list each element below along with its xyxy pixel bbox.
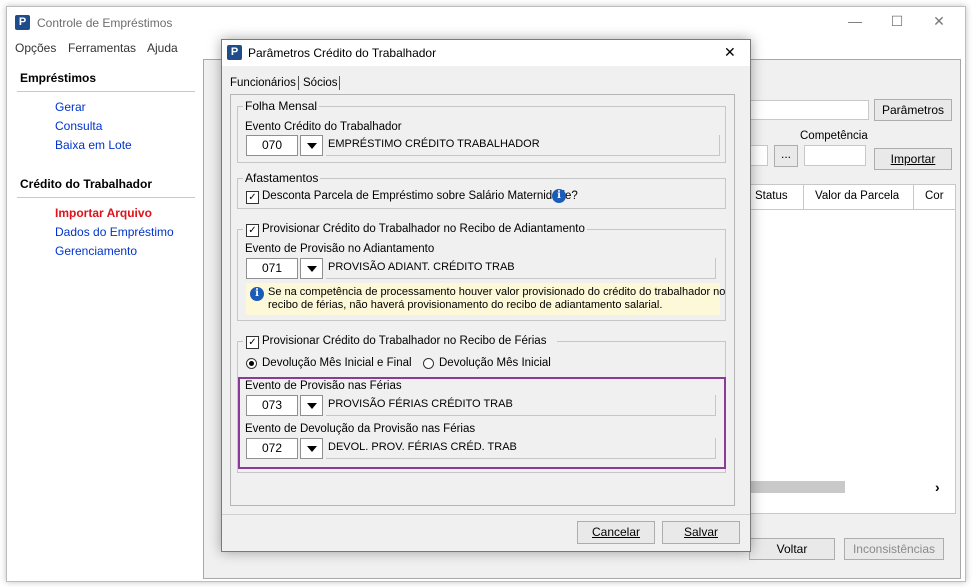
menu-opcoes[interactable]: Opções (15, 41, 56, 55)
menu-ajuda[interactable]: Ajuda (147, 41, 178, 55)
sidebar-item-consulta[interactable]: Consulta (55, 119, 102, 133)
parametros-button[interactable]: Parâmetros (874, 99, 952, 121)
sidebar-item-gerenciamento[interactable]: Gerenciamento (55, 244, 137, 258)
group-label-afastamentos: Afastamentos (243, 171, 321, 185)
scroll-right-icon[interactable]: › (935, 479, 940, 495)
devolucao-ferias-code[interactable]: 072 (246, 438, 298, 459)
parametros-dialog: P Parâmetros Crédito do Trabalhador ✕ Fu… (221, 39, 751, 552)
tab-funcionarios[interactable]: Funcionários (230, 77, 296, 89)
sidebar-divider (17, 197, 195, 198)
maternidade-checkbox[interactable]: ✓ (246, 191, 259, 204)
tab-divider (339, 76, 340, 90)
adiantamento-checkbox[interactable]: ✓ (246, 224, 259, 237)
grid-header-status[interactable]: Status (755, 190, 788, 202)
ferias-checkbox-label[interactable]: Provisionar Crédito do Trabalhador no Re… (262, 335, 546, 347)
info-banner-line2: recibo de férias, não haverá provisionam… (268, 299, 663, 311)
dialog-title: Parâmetros Crédito do Trabalhador (248, 46, 437, 60)
sidebar-item-gerar[interactable]: Gerar (55, 100, 86, 114)
devolucao-ferias-dropdown[interactable] (300, 438, 323, 459)
sidebar-item-importar-arquivo[interactable]: Importar Arquivo (55, 206, 152, 220)
devolucao-ferias-description: DEVOL. PROV. FÉRIAS CRÉD. TRAB (326, 438, 716, 459)
evento-adiantamento-code[interactable]: 071 (246, 258, 298, 279)
evento-adiantamento-label: Evento de Provisão no Adiantamento (245, 243, 435, 255)
info-icon: i (250, 287, 264, 301)
app-logo-icon: P (227, 45, 242, 60)
evento-credito-dropdown[interactable] (300, 135, 323, 156)
cancel-button[interactable]: Cancelar (577, 521, 655, 544)
provisao-ferias-description: PROVISÃO FÉRIAS CRÉDITO TRAB (326, 395, 716, 416)
tab-socios[interactable]: Sócios (303, 77, 338, 89)
evento-credito-code[interactable]: 070 (246, 135, 298, 156)
sidebar-heading-emprestimos: Empréstimos (20, 71, 97, 85)
grid-column-divider (913, 185, 914, 209)
inconsistencias-button: Inconsistências (844, 538, 944, 560)
group-label-folha-mensal: Folha Mensal (243, 99, 320, 113)
browse-button[interactable]: ... (774, 145, 798, 167)
provisao-ferias-code[interactable]: 073 (246, 395, 298, 416)
dialog-close-icon[interactable]: ✕ (724, 44, 736, 61)
save-button[interactable]: Salvar (662, 521, 740, 544)
grid-header-valor-parcela[interactable]: Valor da Parcela (815, 190, 899, 202)
competencia-input[interactable] (804, 145, 866, 166)
radio-devolucao-inicial[interactable] (423, 358, 434, 369)
menu-ferramentas[interactable]: Ferramentas (68, 41, 136, 55)
evento-credito-label: Evento Crédito do Trabalhador (245, 121, 402, 133)
evento-adiantamento-description: PROVISÃO ADIANT. CRÉDITO TRAB (326, 258, 716, 279)
evento-adiantamento-dropdown[interactable] (300, 258, 323, 279)
import-grid[interactable]: Status Valor da Parcela Cor › (734, 184, 956, 514)
ferias-checkbox[interactable]: ✓ (246, 336, 259, 349)
provisao-ferias-label: Evento de Provisão nas Férias (245, 380, 402, 392)
radio-devolucao-inicial-final-label[interactable]: Devolução Mês Inicial e Final (262, 357, 412, 369)
evento-credito-description: EMPRÉSTIMO CRÉDITO TRABALHADOR (326, 135, 720, 156)
voltar-button[interactable]: Voltar (749, 538, 835, 560)
tab-divider (298, 76, 299, 90)
provisao-ferias-dropdown[interactable] (300, 395, 323, 416)
grid-header-cor[interactable]: Cor (925, 190, 944, 202)
radio-devolucao-inicial-label[interactable]: Devolução Mês Inicial (439, 357, 551, 369)
sidebar-heading-credito: Crédito do Trabalhador (20, 177, 153, 191)
info-banner-line1: Se na competência de processamento houve… (268, 286, 726, 298)
close-icon[interactable]: ✕ (929, 13, 949, 30)
maternidade-checkbox-label[interactable]: Desconta Parcela de Empréstimo sobre Sal… (262, 190, 578, 202)
devolucao-ferias-label: Evento de Devolução da Provisão nas Féri… (245, 423, 476, 435)
sidebar-divider (17, 91, 195, 92)
app-logo-icon: P (15, 15, 30, 30)
competencia-label: Competência (800, 130, 868, 142)
sidebar-item-dados-emprestimo[interactable]: Dados do Empréstimo (55, 225, 174, 239)
grid-column-divider (803, 185, 804, 209)
radio-devolucao-inicial-final[interactable] (246, 358, 257, 369)
adiantamento-checkbox-label[interactable]: Provisionar Crédito do Trabalhador no Re… (262, 223, 585, 235)
grid-scrollbar-thumb[interactable] (735, 481, 845, 493)
importar-button[interactable]: Importar (874, 148, 952, 170)
window-title: Controle de Empréstimos (37, 16, 173, 30)
minimize-icon[interactable]: — (845, 13, 865, 29)
info-icon[interactable]: i (552, 189, 566, 203)
sidebar-item-baixa-em-lote[interactable]: Baixa em Lote (55, 138, 132, 152)
maximize-icon[interactable]: ☐ (887, 13, 907, 30)
dialog-footer-divider (222, 514, 750, 515)
file-path-field[interactable] (734, 100, 869, 120)
